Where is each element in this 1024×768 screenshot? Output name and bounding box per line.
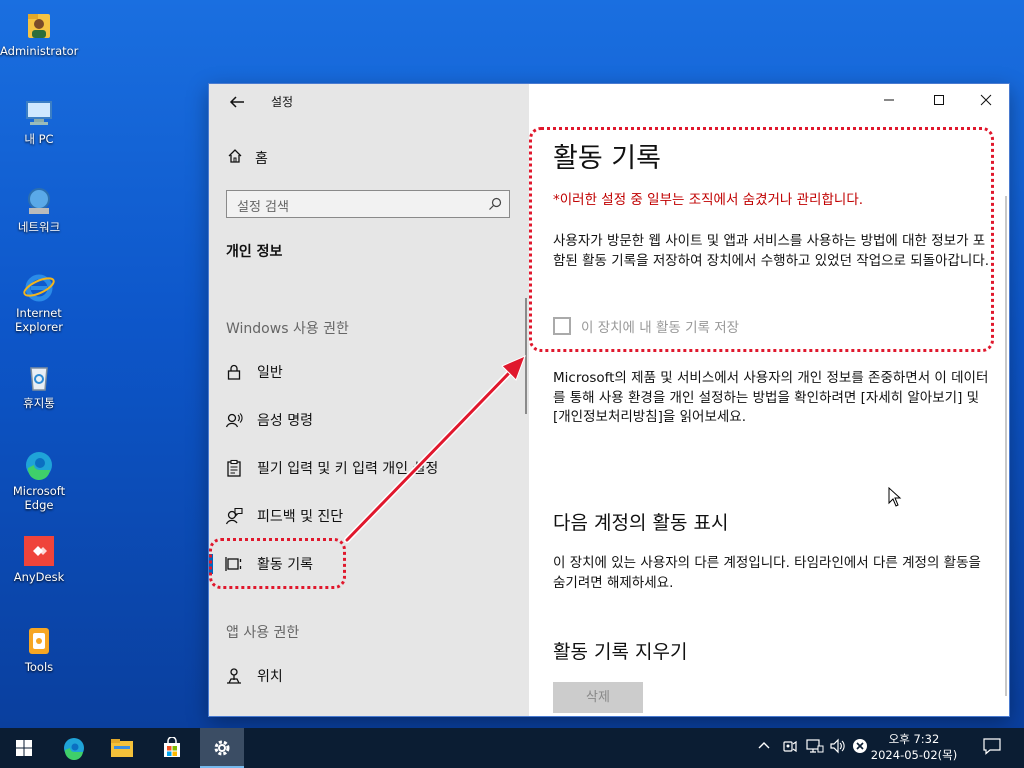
folder-icon (111, 739, 133, 757)
tray-chevron-up-icon[interactable] (757, 738, 771, 756)
tray-volume-icon[interactable] (829, 738, 847, 758)
windows-logo-icon (16, 740, 32, 756)
action-center-icon[interactable] (982, 737, 1002, 759)
taskbar-store[interactable] (152, 732, 192, 764)
mouse-cursor-icon (888, 487, 902, 507)
clock-time: 오후 7:32 (888, 732, 940, 746)
tray-meeting-icon[interactable] (782, 738, 798, 758)
taskbar-clock[interactable]: 오후 7:32 2024-05-02(목) (866, 731, 962, 763)
taskbar: 오후 7:32 2024-05-02(목) (0, 728, 1024, 768)
gear-icon (214, 740, 230, 756)
clock-date: 2024-05-02(목) (870, 748, 958, 762)
taskbar-file-explorer[interactable] (102, 732, 142, 764)
store-icon (164, 737, 180, 757)
edge-icon (64, 738, 84, 760)
annotation-arrow (344, 355, 526, 543)
taskbar-settings[interactable] (200, 728, 244, 768)
tray-network-icon[interactable] (806, 738, 824, 758)
start-button[interactable] (4, 732, 44, 764)
taskbar-edge[interactable] (54, 732, 94, 764)
